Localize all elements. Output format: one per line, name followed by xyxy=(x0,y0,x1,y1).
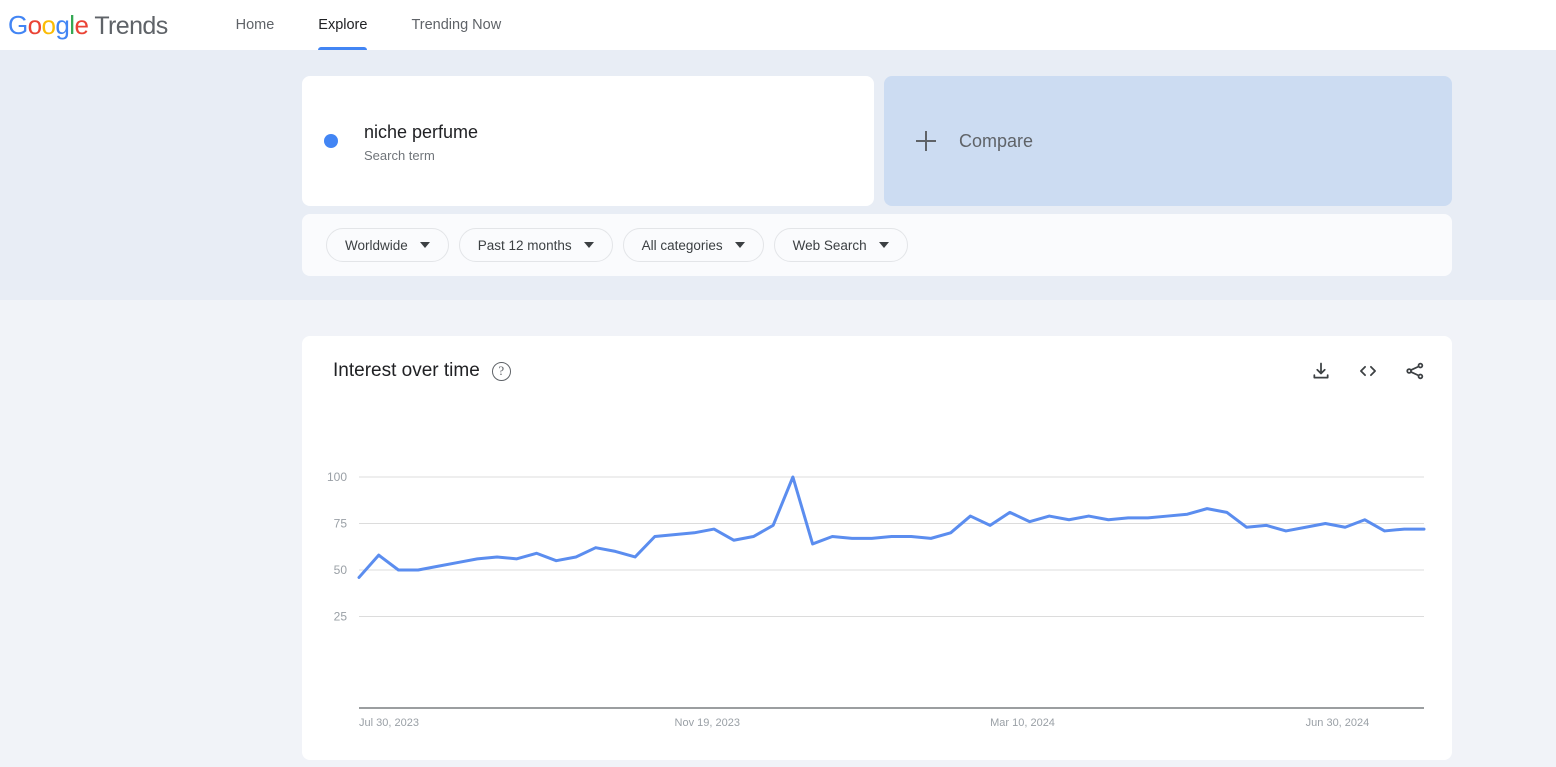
nav-item-home[interactable]: Home xyxy=(224,0,287,50)
logo-letter-g2: g xyxy=(55,9,70,40)
filter-location[interactable]: Worldwide xyxy=(326,228,449,262)
filter-time-range[interactable]: Past 12 months xyxy=(458,228,613,262)
x-axis-tick-label: Jul 30, 2023 xyxy=(359,717,419,729)
logo-product-name: Trends xyxy=(94,11,168,40)
query-section: niche perfume Search term Compare Worldw… xyxy=(0,50,1556,300)
google-trends-logo[interactable]: Google Trends xyxy=(8,10,168,41)
download-icon[interactable] xyxy=(1311,361,1331,381)
filter-category[interactable]: All categories xyxy=(622,228,764,262)
chevron-down-icon xyxy=(419,242,430,248)
filter-search-type-label: Web Search xyxy=(792,237,867,253)
x-axis-tick-label: Jun 30, 2024 xyxy=(1306,717,1370,729)
y-axis-tick-label: 75 xyxy=(334,517,348,531)
chart-action-buttons xyxy=(1311,361,1425,381)
top-navigation-bar: Google Trends Home Explore Trending Now xyxy=(0,0,1556,50)
filter-time-range-label: Past 12 months xyxy=(477,237,572,253)
x-axis-tick-label: Mar 10, 2024 xyxy=(990,717,1055,729)
compare-button[interactable]: Compare xyxy=(884,76,1452,206)
chevron-down-icon xyxy=(878,242,889,248)
main-nav: Home Explore Trending Now xyxy=(224,0,534,50)
logo-letter-o1: o xyxy=(27,9,42,40)
search-term-text: niche perfume Search term xyxy=(364,120,478,163)
chevron-down-icon xyxy=(734,242,745,248)
nav-item-explore[interactable]: Explore xyxy=(306,0,379,50)
logo-letter-o2: o xyxy=(41,9,56,40)
chart-plot-area: 25 50 75 100 Jul 30, 2023 Nov 19, 2023 Mar 10,… xyxy=(302,432,1452,732)
help-circle-icon[interactable]: ? xyxy=(491,361,511,381)
nav-item-trending-now[interactable]: Trending Now xyxy=(399,0,513,50)
interest-over-time-card: Interest over time ? 25 50 75 100 Jul 30… xyxy=(302,336,1452,760)
interest-over-time-line-chart[interactable]: 25 50 75 100 Jul 30, 2023 Nov 19, 2023 Mar 10,… xyxy=(302,432,1452,732)
y-axis-tick-label: 25 xyxy=(334,610,348,624)
logo-letter-g: G xyxy=(8,9,28,40)
x-axis-tick-label: Nov 19, 2023 xyxy=(675,717,740,729)
search-term-card[interactable]: niche perfume Search term xyxy=(302,76,874,206)
y-axis-tick-label: 100 xyxy=(327,470,347,484)
plus-icon xyxy=(916,131,936,151)
filter-bar: Worldwide Past 12 months All categories … xyxy=(302,214,1452,276)
logo-letter-e: e xyxy=(74,9,89,40)
filter-search-type[interactable]: Web Search xyxy=(773,228,908,262)
filter-location-label: Worldwide xyxy=(345,237,408,253)
chevron-down-icon xyxy=(583,242,594,248)
query-row: niche perfume Search term Compare xyxy=(302,76,1452,206)
chart-title: Interest over time xyxy=(333,360,480,381)
search-term-label: niche perfume xyxy=(364,121,479,142)
compare-label: Compare xyxy=(959,130,1034,151)
y-axis-tick-label: 50 xyxy=(334,563,348,577)
search-term-type: Search term xyxy=(364,147,435,163)
chart-title-group: Interest over time ? xyxy=(333,360,511,382)
results-section: Interest over time ? 25 50 75 100 Jul 30… xyxy=(0,300,1556,767)
code-brackets-icon[interactable] xyxy=(1357,361,1379,381)
share-icon[interactable] xyxy=(1405,361,1425,381)
series-color-dot xyxy=(324,134,338,148)
series-line-niche-perfume[interactable] xyxy=(357,475,1426,579)
chart-header: Interest over time ? xyxy=(302,336,1452,382)
filter-category-label: All categories xyxy=(641,237,723,253)
